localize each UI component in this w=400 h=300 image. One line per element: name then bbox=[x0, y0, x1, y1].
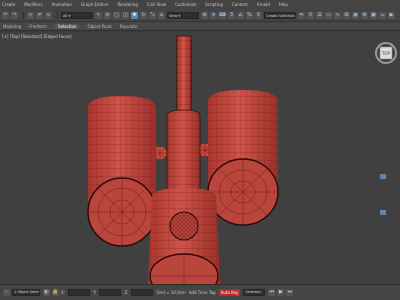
bind-space-warp-icon[interactable]: ≈ bbox=[45, 11, 52, 19]
select-by-name-icon[interactable]: ≡ bbox=[104, 11, 111, 19]
region-select-icon[interactable]: □ bbox=[113, 11, 120, 19]
bottom-cylinder-mesh[interactable] bbox=[148, 188, 220, 284]
angle-snap-icon[interactable]: ∠ bbox=[237, 11, 244, 19]
menu-animation[interactable]: Animation bbox=[52, 2, 72, 7]
ribbon-tab-freeform[interactable]: Freeform bbox=[29, 24, 47, 29]
snaps-toggle-icon[interactable]: 3 bbox=[228, 11, 235, 19]
unlink-icon[interactable]: ≠ bbox=[36, 11, 43, 19]
schematic-view-icon[interactable]: ⊞ bbox=[343, 11, 350, 19]
mirror-icon[interactable]: ⇋ bbox=[298, 11, 305, 19]
render-production-icon[interactable]: ▶ bbox=[388, 11, 395, 19]
ribbon-tab-selection[interactable]: Selection bbox=[55, 23, 80, 29]
render-setup-icon[interactable]: ⚙ bbox=[361, 11, 368, 19]
status-bar: › 1 Object Selected ◐ 🔒 X: Y: Z: Grid = … bbox=[0, 284, 400, 300]
center-column-mesh[interactable] bbox=[166, 109, 201, 198]
toolbar-separator bbox=[23, 11, 24, 19]
menu-scripting[interactable]: Scripting bbox=[205, 2, 223, 7]
select-and-scale-icon[interactable]: ⤡ bbox=[149, 11, 156, 19]
menu-civil-view[interactable]: Civil View bbox=[147, 2, 166, 7]
toggle-ribbon-icon[interactable]: ▭ bbox=[325, 11, 332, 19]
left-cylinder-mesh[interactable] bbox=[87, 96, 157, 247]
link-icon[interactable]: ∞ bbox=[27, 11, 34, 19]
spinner-snap-icon[interactable]: ⇕ bbox=[255, 11, 262, 19]
viewport-scene: TOP bbox=[87, 35, 397, 284]
ribbon-tab-modeling[interactable]: Modeling bbox=[3, 24, 21, 29]
selection-status: 1 Object Selected bbox=[12, 289, 40, 296]
window-crossing-icon[interactable]: ◫ bbox=[122, 11, 129, 19]
menu-arnold[interactable]: Arnold bbox=[257, 2, 270, 7]
undo-icon[interactable]: ↶ bbox=[2, 11, 9, 19]
right-cylinder-mesh[interactable] bbox=[207, 90, 279, 226]
toolbar-separator bbox=[57, 11, 58, 19]
selection-lock-icon[interactable]: 🔒 bbox=[52, 289, 59, 296]
auto-key-button[interactable]: Auto Key bbox=[218, 289, 241, 296]
main-toolbar: ↶ ↷ ∞ ≠ ≈ All ▾ ↖ ≡ □ ◫ ✥ ↻ ⤡ ⌂ View ▾ ⊕… bbox=[0, 9, 400, 22]
x-coordinate-field[interactable] bbox=[68, 289, 91, 296]
menu-create[interactable]: Create bbox=[2, 2, 15, 7]
named-selection-set-dropdown[interactable]: Create Selection Se bbox=[264, 11, 296, 19]
curve-editor-icon[interactable]: ∿ bbox=[334, 11, 341, 19]
y-coordinate-field[interactable] bbox=[99, 289, 122, 296]
menu-modifiers[interactable]: Modifiers bbox=[24, 2, 42, 7]
menu-bar: Create Modifiers Animation Graph Editors… bbox=[0, 0, 400, 9]
reference-coordinate-dropdown[interactable]: View ▾ bbox=[167, 11, 199, 19]
menu-content[interactable]: Content bbox=[232, 2, 248, 7]
percent-snap-icon[interactable]: % bbox=[246, 11, 253, 19]
ribbon-tab-populate[interactable]: Populate bbox=[120, 24, 137, 29]
grid-readout: Grid = 10,0cm bbox=[156, 290, 186, 295]
keyboard-shortcut-icon[interactable]: ⌨ bbox=[219, 11, 226, 19]
menu-customize[interactable]: Customize bbox=[175, 2, 196, 7]
select-and-move-icon[interactable]: ✥ bbox=[131, 11, 138, 19]
maxscript-listener-icon[interactable]: › bbox=[3, 289, 10, 296]
ribbon-tab-object-paint[interactable]: Object Paint bbox=[87, 24, 111, 29]
x-label: X: bbox=[61, 290, 66, 295]
z-label: Z: bbox=[124, 290, 129, 295]
manipulate-icon[interactable]: ✢ bbox=[210, 11, 217, 19]
viewport-label[interactable]: [+] [Top] [Standard] [Edged Faces] bbox=[2, 34, 72, 39]
material-editor-icon[interactable]: ◉ bbox=[352, 11, 359, 19]
add-time-tag-button[interactable]: Add Time Tag bbox=[189, 290, 216, 295]
viewport-top[interactable]: TOP [+] [Top] [Standard] [Edged Faces] bbox=[0, 32, 400, 284]
menu-help[interactable]: Help bbox=[279, 2, 288, 7]
isolate-selection-icon[interactable]: ◐ bbox=[43, 289, 50, 296]
y-label: Y: bbox=[93, 290, 97, 295]
layer-explorer-icon[interactable]: ☰ bbox=[316, 11, 323, 19]
align-icon[interactable]: ⫴ bbox=[307, 11, 314, 19]
viewcube[interactable]: TOP bbox=[375, 42, 397, 64]
go-to-end-icon[interactable]: ⏭ bbox=[286, 289, 294, 296]
key-filter-dropdown[interactable]: Selected bbox=[243, 289, 266, 296]
render-icon[interactable]: ☕ bbox=[379, 11, 386, 19]
viewport-nav-icons[interactable] bbox=[380, 174, 386, 215]
z-coordinate-field[interactable] bbox=[131, 289, 154, 296]
rendered-frame-icon[interactable]: ▣ bbox=[370, 11, 377, 19]
go-to-start-icon[interactable]: ⏮ bbox=[268, 289, 276, 296]
play-icon[interactable]: ▶ bbox=[277, 289, 285, 296]
redo-icon[interactable]: ↷ bbox=[11, 11, 18, 19]
svg-text:TOP: TOP bbox=[381, 51, 391, 56]
pivot-icon[interactable]: ⊕ bbox=[201, 11, 208, 19]
place-icon[interactable]: ⌂ bbox=[158, 11, 165, 19]
selection-filter-dropdown[interactable]: All ▾ bbox=[61, 11, 93, 19]
ribbon-tabs: Modeling Freeform Selection Object Paint… bbox=[0, 22, 400, 31]
select-object-icon[interactable]: ↖ bbox=[95, 11, 102, 19]
menu-graph-editors[interactable]: Graph Editors bbox=[81, 2, 108, 7]
menu-rendering[interactable]: Rendering bbox=[117, 2, 137, 7]
select-and-rotate-icon[interactable]: ↻ bbox=[140, 11, 147, 19]
